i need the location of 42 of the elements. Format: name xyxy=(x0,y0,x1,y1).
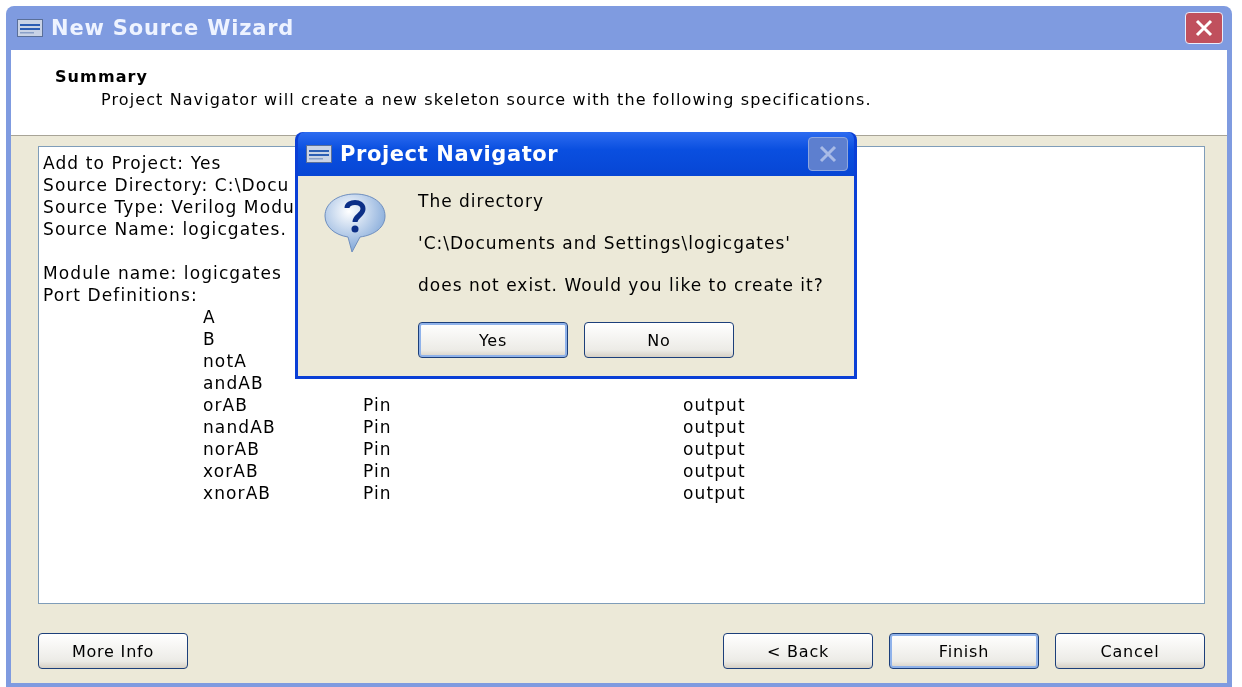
summary-line: Source Directory: C:\Docu xyxy=(43,174,290,196)
app-logo-icon xyxy=(17,19,43,37)
app-logo-icon xyxy=(306,145,332,163)
port-direction: output xyxy=(683,416,746,438)
port-name: xorAB xyxy=(203,460,259,482)
summary-line: Port Definitions: xyxy=(43,284,198,306)
summary-line: Add to Project: Yes xyxy=(43,152,222,174)
port-direction: output xyxy=(683,438,746,460)
port-type: Pin xyxy=(363,394,392,416)
finish-button[interactable]: Finish xyxy=(889,633,1039,669)
page-description: Project Navigator will create a new skeleton source with the following specifications. xyxy=(101,90,872,109)
no-button[interactable]: No xyxy=(584,322,734,358)
port-name: notA xyxy=(203,350,247,372)
port-name: B xyxy=(203,328,216,350)
yes-button[interactable]: Yes xyxy=(418,322,568,358)
port-direction: output xyxy=(683,394,746,416)
port-name: orAB xyxy=(203,394,249,416)
port-direction: output xyxy=(683,460,746,482)
summary-line: Source Name: logicgates. xyxy=(43,218,288,240)
summary-line: Module name: logicgates xyxy=(43,262,283,284)
back-button[interactable]: < Back xyxy=(723,633,873,669)
cancel-button[interactable]: Cancel xyxy=(1055,633,1205,669)
more-info-button[interactable]: More Info xyxy=(38,633,188,669)
dialog-title: Project Navigator xyxy=(340,142,560,166)
close-icon xyxy=(818,144,838,164)
message-text: does not exist. Would you like to create it? xyxy=(418,274,824,296)
page-title: Summary xyxy=(55,67,149,86)
port-type: Pin xyxy=(363,416,392,438)
summary-line: Source Type: Verilog Modu xyxy=(43,196,295,218)
port-type: Pin xyxy=(363,482,392,504)
message-text: The directory xyxy=(418,190,545,212)
port-direction: output xyxy=(683,482,746,504)
port-name: A xyxy=(203,306,216,328)
message-text: 'C:\Documents and Settings\logicgates' xyxy=(418,232,792,254)
port-name: xnorAB xyxy=(203,482,272,504)
port-type: Pin xyxy=(363,460,392,482)
close-icon xyxy=(1194,18,1214,38)
port-name: norAB xyxy=(203,438,260,460)
port-type: Pin xyxy=(363,438,392,460)
port-name: andAB xyxy=(203,372,264,394)
window-title: New Source Wizard xyxy=(51,16,296,40)
port-name: nandAB xyxy=(203,416,276,438)
